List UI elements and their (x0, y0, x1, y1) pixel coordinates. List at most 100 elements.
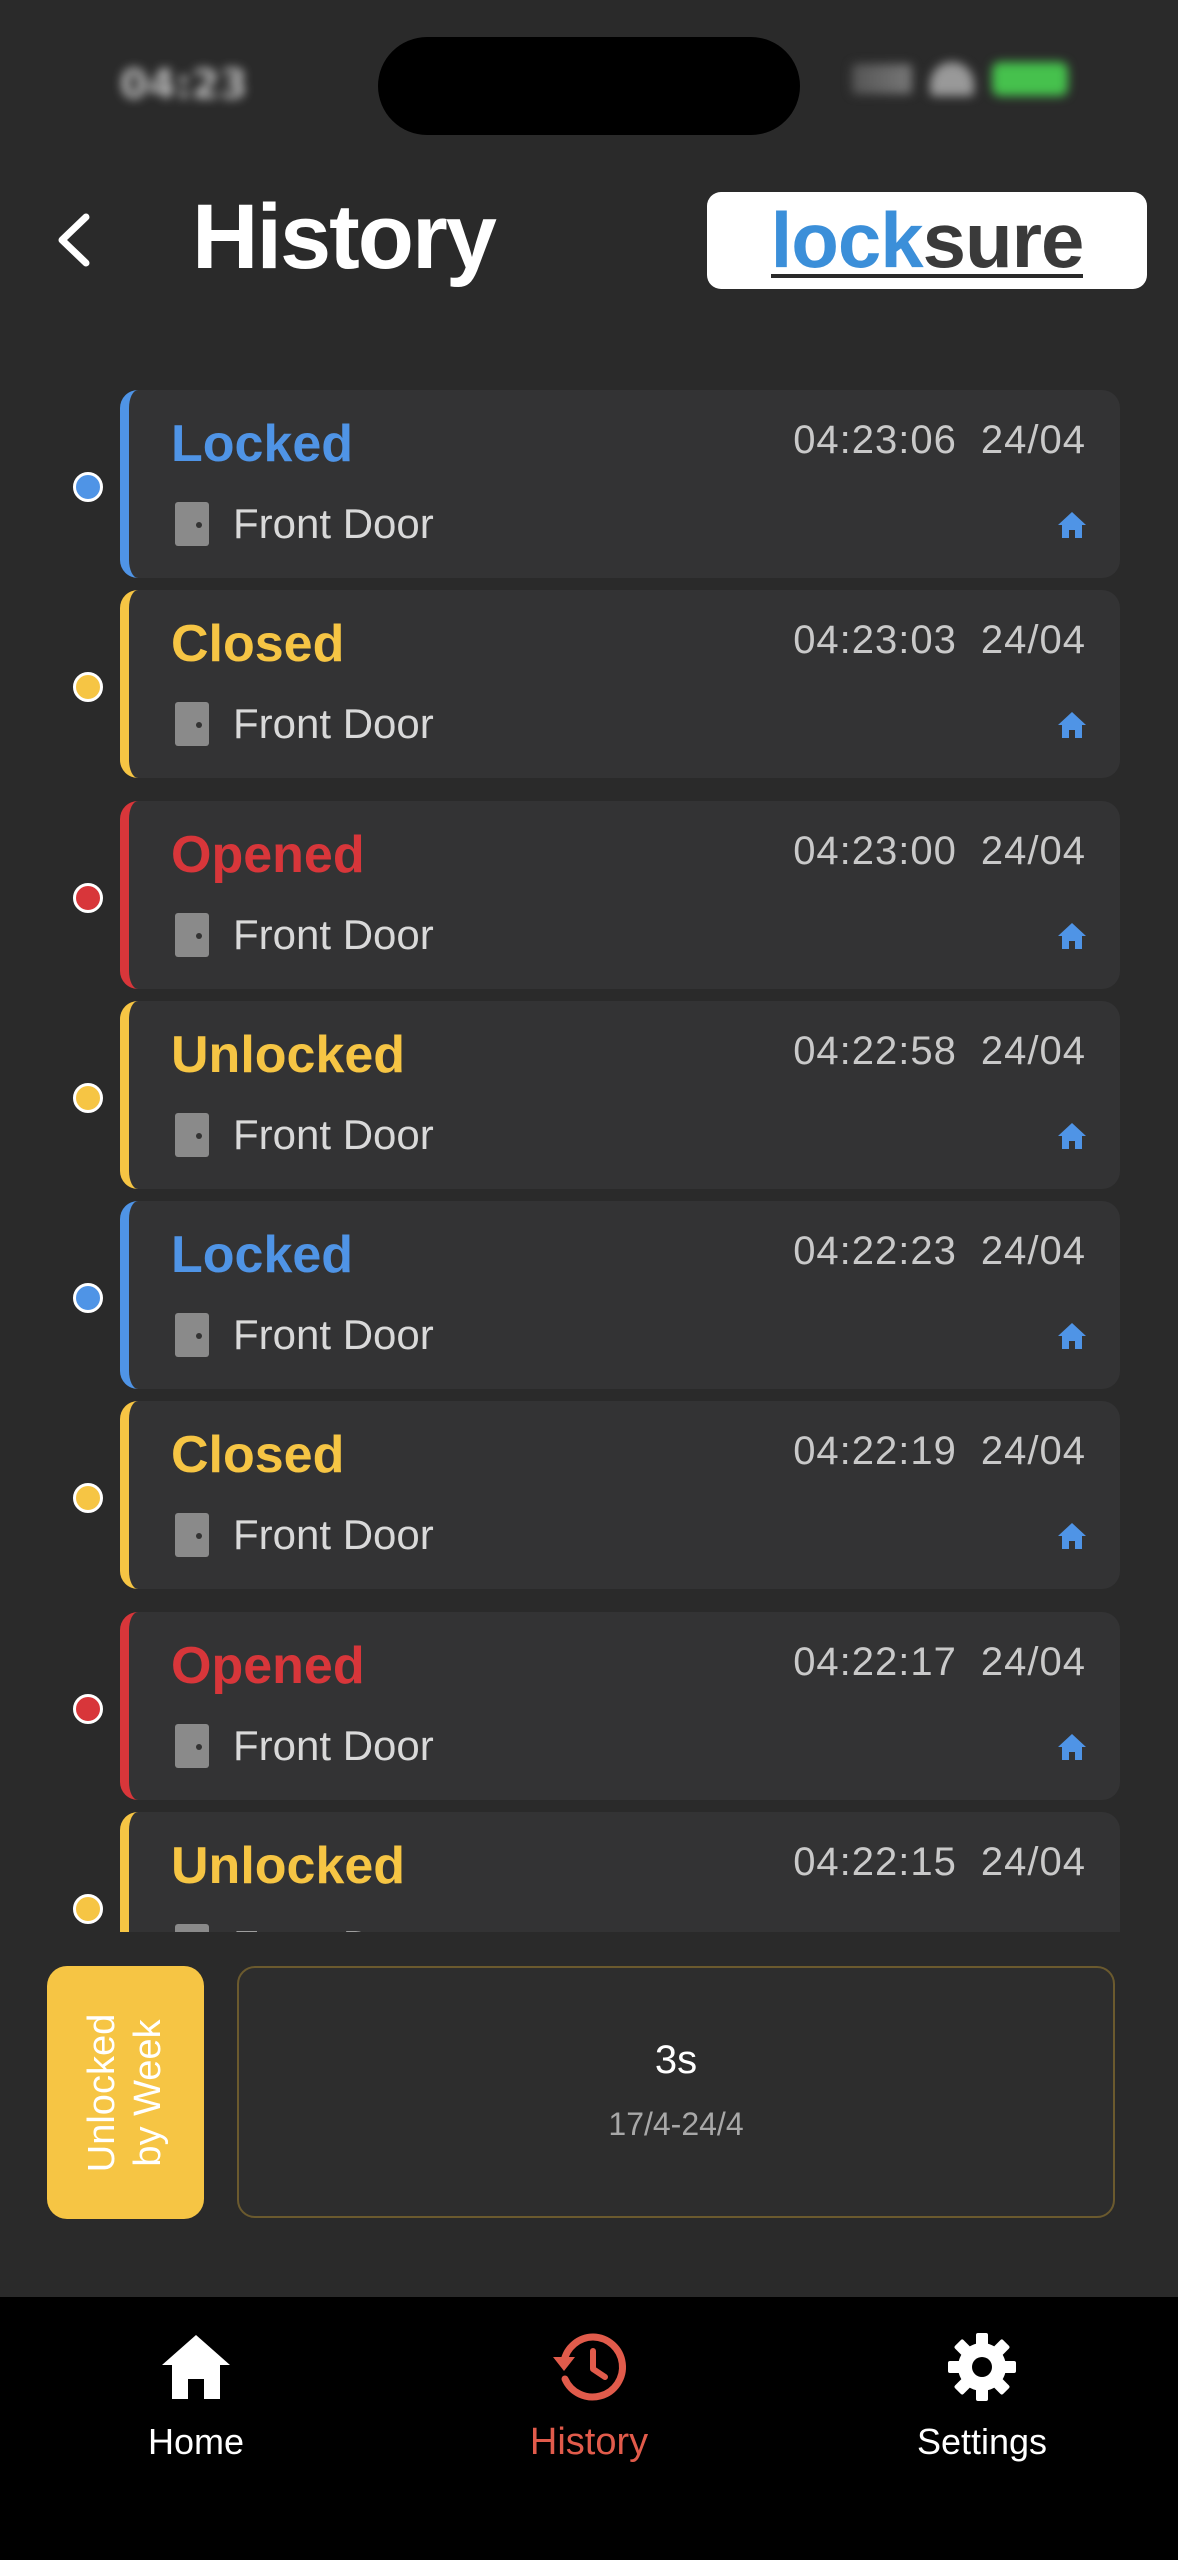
event-timestamp: 04:23:06 24/04 (793, 418, 1086, 463)
timeline-dot (73, 883, 103, 913)
event-status: Closed (171, 615, 345, 673)
history-event-card[interactable]: Locked 04:22:23 24/04 Front Door (120, 1201, 1120, 1389)
nav-home-label: Home (147, 2421, 245, 2462)
home-icon (1058, 923, 1086, 949)
summary-date-range: 17/4-24/4 (608, 2106, 744, 2142)
event-timestamp: 04:22:19 24/04 (793, 1429, 1086, 1474)
summary-value: 3s (654, 2038, 698, 2082)
event-time: 04:22:17 (793, 1640, 957, 1684)
history-event-card[interactable]: Locked 04:23:06 24/04 Front Door (120, 390, 1120, 578)
door-icon (175, 1313, 209, 1357)
history-event-card[interactable]: Opened 04:22:17 24/04 Front Door (120, 1612, 1120, 1800)
home-icon (1058, 712, 1086, 738)
home-icon (1058, 1523, 1086, 1549)
history-event-card[interactable]: Opened 04:23:00 24/04 Front Door (120, 801, 1120, 989)
status-bar: 04:23 (0, 0, 1178, 170)
history-event-row: Unlocked 04:22:58 24/04 Front Door (0, 1001, 1178, 1189)
event-door-name: Front Door (233, 911, 434, 958)
door-icon (175, 1924, 209, 1932)
home-icon (1058, 1123, 1086, 1149)
chevron-left-icon (58, 213, 90, 267)
nav-history[interactable]: History (469, 2327, 709, 2477)
door-icon (175, 913, 209, 957)
event-time: 04:23:00 (793, 829, 957, 873)
history-event-row: Closed 04:23:03 24/04 Front Door (0, 590, 1178, 778)
history-event-card[interactable]: Unlocked 04:22:15 24/04 Front Door (120, 1812, 1120, 1932)
event-status: Opened (171, 1637, 365, 1695)
event-timestamp: 04:23:03 24/04 (793, 618, 1086, 663)
unlocked-by-week-tab[interactable]: Unlocked by Week (47, 1966, 204, 2219)
event-date: 24/04 (980, 829, 1086, 873)
history-event-card[interactable]: Closed 04:22:19 24/04 Front Door (120, 1401, 1120, 1589)
history-icon (553, 2333, 626, 2401)
signal-icon (852, 64, 912, 94)
locksure-logo: locksure (707, 192, 1147, 289)
event-door-name: Front Door (233, 1922, 434, 1932)
nav-history-label: History (529, 2421, 649, 2463)
door-icon (175, 1724, 209, 1768)
history-event-row: Locked 04:22:23 24/04 Front Door (0, 1201, 1178, 1389)
timeline-dot (73, 1483, 103, 1513)
home-icon (1058, 1734, 1086, 1760)
history-list[interactable]: Locked 04:23:06 24/04 Front Door Closed 04:23… (0, 390, 1178, 1932)
event-door-name: Front Door (233, 1111, 434, 1158)
event-door-name: Front Door (233, 1511, 434, 1558)
event-time: 04:22:23 (793, 1229, 957, 1273)
event-time: 04:22:15 (793, 1840, 957, 1884)
nav-home[interactable]: Home (76, 2327, 316, 2477)
page-title: History (192, 186, 497, 288)
event-time: 04:22:58 (793, 1029, 957, 1073)
event-date: 24/04 (980, 1640, 1086, 1684)
logo-text-lock: lock (770, 196, 924, 284)
door-icon (175, 1113, 209, 1157)
event-door-name: Front Door (233, 700, 434, 747)
dynamic-island (378, 37, 800, 135)
wifi-icon (930, 62, 974, 96)
history-event-row: Closed 04:22:19 24/04 Front Door (0, 1401, 1178, 1589)
event-status: Locked (171, 1226, 354, 1284)
door-icon (175, 502, 209, 546)
event-door-name: Front Door (233, 500, 434, 547)
history-event-row: Opened 04:22:17 24/04 Front Door (0, 1612, 1178, 1800)
history-event-card[interactable]: Unlocked 04:22:58 24/04 Front Door (120, 1001, 1120, 1189)
event-status: Unlocked (171, 1837, 406, 1895)
event-date: 24/04 (980, 418, 1086, 462)
history-event-row: Locked 04:23:06 24/04 Front Door (0, 390, 1178, 578)
event-time: 04:23:06 (793, 418, 957, 462)
summary-tab-label: Unlocked by Week (81, 2013, 170, 2172)
history-event-card[interactable]: Closed 04:23:03 24/04 Front Door (120, 590, 1120, 778)
event-date: 24/04 (980, 1840, 1086, 1884)
history-event-row: Unlocked 04:22:15 24/04 Front Door (0, 1812, 1178, 1932)
back-button[interactable] (48, 205, 108, 275)
nav-settings-label: Settings (916, 2421, 1048, 2462)
door-icon (175, 1513, 209, 1557)
gear-icon (948, 2333, 1016, 2401)
bottom-nav: Home History Settings (0, 2297, 1178, 2560)
status-icons (852, 62, 1068, 96)
event-timestamp: 04:22:58 24/04 (793, 1029, 1086, 1074)
event-date: 24/04 (980, 1229, 1086, 1273)
timeline-dot (73, 1083, 103, 1113)
timeline-dot (73, 472, 103, 502)
event-timestamp: 04:22:23 24/04 (793, 1229, 1086, 1274)
home-icon (1058, 512, 1086, 538)
event-status: Unlocked (171, 1026, 406, 1084)
door-icon (175, 702, 209, 746)
event-status: Opened (171, 826, 365, 884)
timeline-dot (73, 1694, 103, 1724)
event-timestamp: 04:23:00 24/04 (793, 829, 1086, 874)
nav-settings[interactable]: Settings (862, 2327, 1102, 2477)
home-icon (1058, 1323, 1086, 1349)
event-date: 24/04 (980, 1429, 1086, 1473)
event-date: 24/04 (980, 618, 1086, 662)
summary-box: 3s 17/4-24/4 (237, 1966, 1115, 2218)
event-door-name: Front Door (233, 1722, 434, 1769)
history-event-row: Opened 04:23:00 24/04 Front Door (0, 801, 1178, 989)
home-icon (162, 2335, 230, 2399)
event-timestamp: 04:22:17 24/04 (793, 1640, 1086, 1685)
event-date: 24/04 (980, 1029, 1086, 1073)
timeline-dot (73, 1894, 103, 1924)
event-time: 04:23:03 (793, 618, 957, 662)
event-status: Closed (171, 1426, 345, 1484)
status-time: 04:23 (120, 62, 248, 108)
